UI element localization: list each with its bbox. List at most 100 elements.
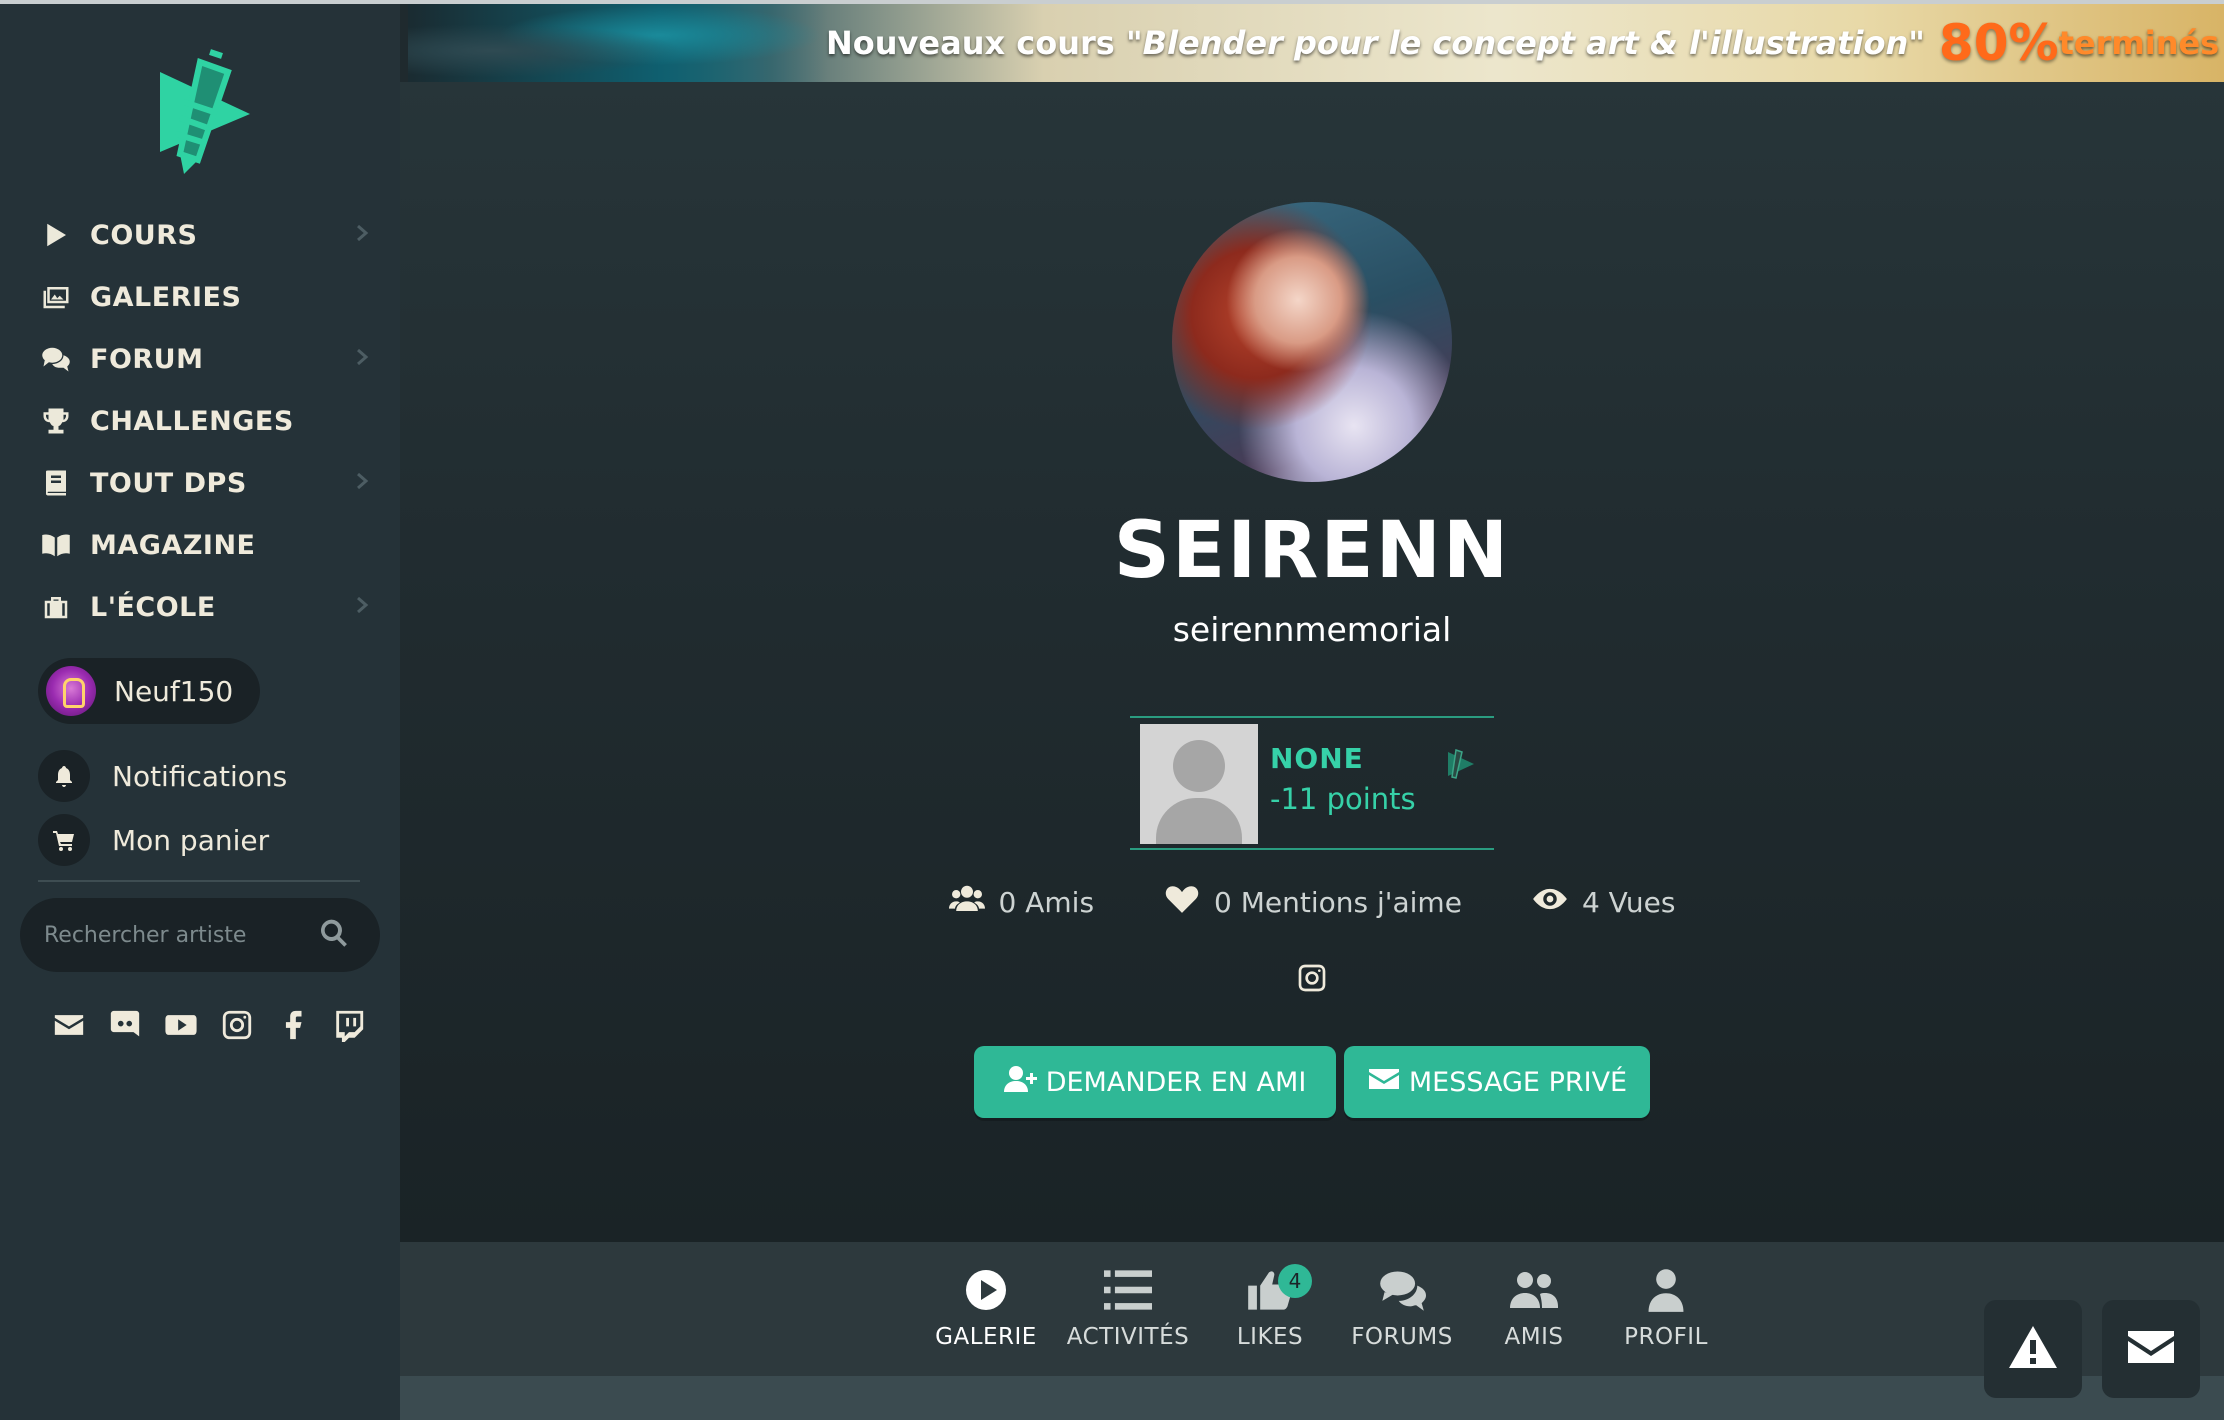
heart-icon [1164, 884, 1214, 921]
profile-display-name: SEIRENN [1113, 506, 1511, 596]
discord-icon[interactable] [106, 1006, 144, 1044]
users-icon [948, 884, 999, 921]
profile-tab-bar: GALERIE ACTIVITÉS 4 LIKES FORUMS AMIS PR… [400, 1242, 2224, 1376]
nav-item-galeries[interactable]: GALERIES [36, 266, 386, 328]
social-links [50, 1006, 368, 1044]
notifications-link[interactable]: Notifications [38, 748, 378, 804]
course-promo-banner[interactable]: Nouveaux cours " Blender pour le concept … [408, 4, 2224, 82]
profile-avatar [1172, 202, 1452, 482]
chevron-right-icon [352, 347, 376, 371]
twitch-icon[interactable] [330, 1006, 368, 1044]
likes-count: 0 Mentions j'aime [1214, 886, 1462, 919]
user-name: Neuf150 [114, 674, 234, 708]
instagram-icon[interactable] [218, 1006, 256, 1044]
tab-label: PROFIL [1624, 1324, 1708, 1350]
chevron-right-icon [352, 471, 376, 495]
envelope-icon [2126, 1324, 2176, 1374]
bell-icon [38, 750, 90, 802]
banner-text: Nouveaux cours " Blender pour le concept … [826, 4, 2219, 82]
list-icon [1104, 1268, 1152, 1324]
banner-course-title: Blender pour le concept art & l'illustra… [1142, 24, 1909, 62]
likes-count-badge: 4 [1278, 1264, 1312, 1298]
chevron-right-icon [352, 223, 376, 247]
sidebar-divider [38, 880, 360, 882]
search-icon[interactable] [318, 917, 350, 953]
tab-likes[interactable]: 4 LIKES [1204, 1242, 1336, 1376]
artist-search [20, 898, 380, 972]
search-input[interactable] [44, 922, 318, 948]
profile-stats: 0 Amis 0 Mentions j'aime 4 Vues [900, 884, 1724, 921]
tab-activites[interactable]: ACTIVITÉS [1052, 1242, 1204, 1376]
tab-label: GALERIE [935, 1324, 1037, 1350]
open-book-icon [36, 525, 76, 565]
tab-profil[interactable]: PROFIL [1600, 1242, 1732, 1376]
report-button[interactable] [1984, 1300, 2082, 1398]
youtube-icon[interactable] [162, 1006, 200, 1044]
eye-icon [1532, 884, 1582, 921]
banner-status: terminés [2058, 24, 2220, 62]
play-icon [36, 215, 76, 255]
tab-label: LIKES [1236, 1324, 1304, 1350]
envelope-icon[interactable] [50, 1006, 88, 1044]
nav-item-cours[interactable]: COURS [36, 204, 386, 266]
nav-label: TOUT DPS [90, 467, 247, 499]
add-friend-label: DEMANDER EN AMI [1045, 1066, 1307, 1098]
friends-stat[interactable]: 0 Amis [948, 884, 1095, 921]
tab-label: FORUMS [1351, 1324, 1453, 1350]
images-icon [36, 277, 76, 317]
nav-item-magazine[interactable]: MAGAZINE [36, 514, 386, 576]
comments-icon [1378, 1268, 1426, 1324]
sidebar: COURS GALERIES FORUM CHALLENGES TOUT DPS… [0, 4, 400, 1420]
dps-badge-icon [1440, 744, 1480, 784]
views-stat: 4 Vues [1532, 884, 1676, 921]
comments-icon [36, 339, 76, 379]
footer-strip [400, 1376, 2224, 1420]
nav-item-forum[interactable]: FORUM [36, 328, 386, 390]
user-profile-pill[interactable]: Neuf150 [38, 658, 260, 724]
nav-label: GALERIES [90, 281, 242, 313]
play-circle-icon [962, 1268, 1010, 1324]
tab-label: AMIS [1504, 1324, 1564, 1350]
nav-item-challenges[interactable]: CHALLENGES [36, 390, 386, 452]
cart-link[interactable]: Mon panier [38, 812, 378, 868]
banner-suffix: " [1908, 24, 1925, 62]
likes-stat[interactable]: 0 Mentions j'aime [1164, 884, 1462, 921]
nav-label: COURS [90, 219, 198, 251]
nav-item-ecole[interactable]: L'ÉCOLE [36, 576, 386, 638]
nav-item-tout-dps[interactable]: TOUT DPS [36, 452, 386, 514]
tab-galerie[interactable]: GALERIE [920, 1242, 1052, 1376]
messages-button[interactable] [2102, 1300, 2200, 1398]
user-icon [1642, 1268, 1690, 1324]
school-icon [36, 587, 76, 627]
book-icon [36, 463, 76, 503]
banner-prefix: Nouveaux cours " [826, 24, 1143, 62]
main-nav: COURS GALERIES FORUM CHALLENGES TOUT DPS… [36, 204, 386, 638]
tab-label: ACTIVITÉS [1066, 1324, 1190, 1350]
instagram-icon[interactable] [1296, 962, 1328, 994]
views-count: 4 Vues [1581, 886, 1676, 919]
rank-title: NONE [1270, 742, 1364, 775]
nav-label: CHALLENGES [90, 405, 294, 437]
rank-points: -11 points [1270, 782, 1416, 816]
trophy-icon [36, 401, 76, 441]
nav-label: FORUM [90, 343, 204, 375]
warning-icon [2008, 1324, 2058, 1374]
tab-forums[interactable]: FORUMS [1336, 1242, 1468, 1376]
banner-percent: 80% [1938, 14, 2059, 72]
private-message-button[interactable]: MESSAGE PRIVÉ [1344, 1046, 1650, 1118]
friends-count: 0 Amis [998, 886, 1095, 919]
chevron-right-icon [352, 595, 376, 619]
cart-icon [38, 814, 90, 866]
users-icon [1510, 1268, 1558, 1324]
profile-tabs: GALERIE ACTIVITÉS 4 LIKES FORUMS AMIS PR… [920, 1242, 1732, 1376]
rank-card: NONE -11 points [1130, 716, 1494, 850]
nav-label: MAGAZINE [90, 529, 256, 561]
add-friend-button[interactable]: DEMANDER EN AMI [974, 1046, 1336, 1118]
envelope-icon [1367, 1064, 1409, 1101]
banner-artwork [408, 4, 828, 82]
tab-amis[interactable]: AMIS [1468, 1242, 1600, 1376]
cart-label: Mon panier [112, 823, 270, 857]
private-message-label: MESSAGE PRIVÉ [1408, 1066, 1628, 1098]
facebook-icon[interactable] [274, 1006, 312, 1044]
dps-logo-icon[interactable] [140, 42, 270, 182]
